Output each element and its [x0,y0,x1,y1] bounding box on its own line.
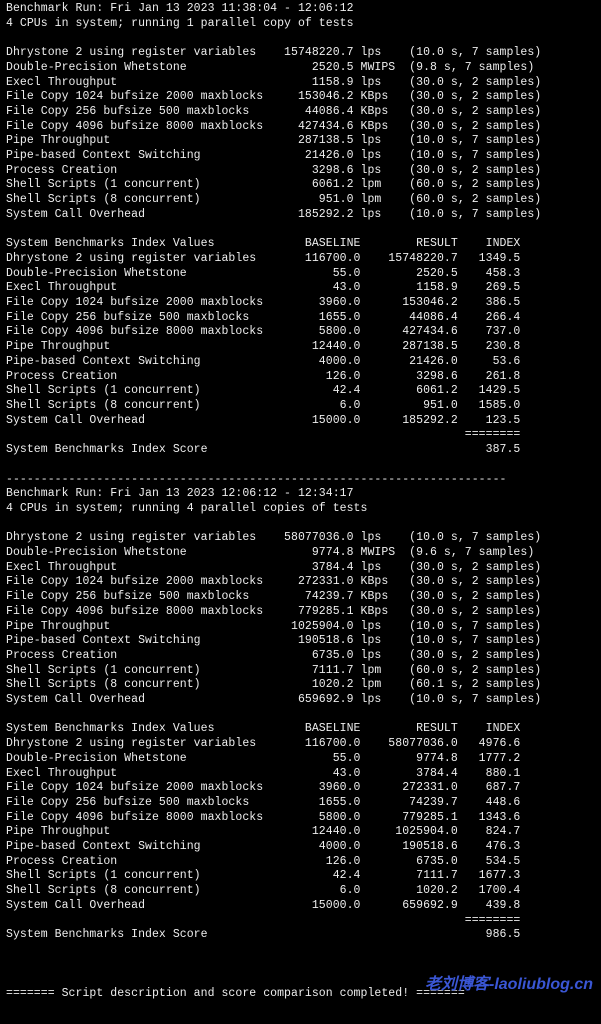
terminal-output: Benchmark Run: Fri Jan 13 2023 11:38:04 … [0,0,601,1002]
watermark-text: 老刘博客-laoliublog.cn [425,970,593,994]
